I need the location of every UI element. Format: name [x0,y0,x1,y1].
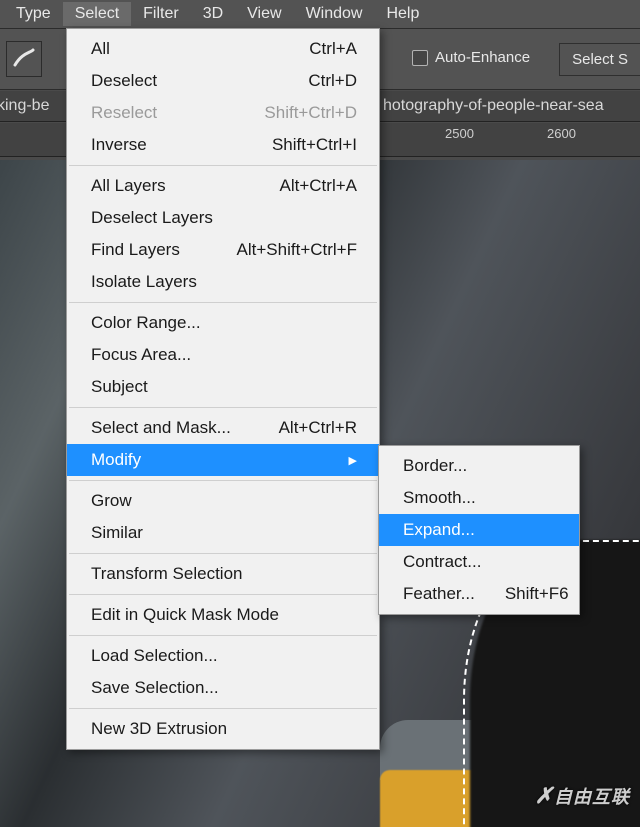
menu-item-shortcut: Alt+Shift+Ctrl+F [207,240,357,260]
menu-item-label: New 3D Extrusion [91,719,227,739]
document-tab-left[interactable]: king-be [0,92,54,120]
menu-item[interactable]: Contract... [379,546,579,578]
document-tab-right[interactable]: hotography-of-people-near-sea [378,92,609,120]
menu-item[interactable]: All Layers Alt+Ctrl+A [67,170,379,202]
menu-item-label: Modify [91,450,141,470]
menu-item[interactable]: Save Selection... [67,672,379,704]
menu-item-label: Find Layers [91,240,180,260]
menu-item[interactable]: Color Range... [67,307,379,339]
menu-item[interactable]: Modify ▶ [67,444,379,476]
menu-item[interactable]: Inverse Shift+Ctrl+I [67,129,379,161]
menu-item-label: All [91,39,110,59]
menu-item-label: Smooth... [403,488,476,508]
menu-item-label: Edit in Quick Mask Mode [91,605,279,625]
select-and-mask-button[interactable]: Select S [559,43,640,76]
menu-item-label: Focus Area... [91,345,191,365]
menu-item-label: Isolate Layers [91,272,197,292]
menu-item-label: All Layers [91,176,166,196]
tool-preset-icon[interactable] [6,41,42,77]
menu-item-label: Subject [91,377,148,397]
ruler-tick: 2500 [445,126,474,141]
menu-item-label: Feather... [403,584,475,604]
auto-enhance-option[interactable]: Auto-Enhance [412,49,530,66]
menu-item-label: Color Range... [91,313,201,333]
menu-item[interactable]: Focus Area... [67,339,379,371]
menu-item-shortcut: Ctrl+A [279,39,357,59]
watermark-text: 自由互联 [554,787,630,807]
menu-type[interactable]: Type [4,2,63,26]
menu-item-shortcut: Shift+Ctrl+I [242,135,357,155]
menu-item[interactable]: Smooth... [379,482,579,514]
menu-item[interactable]: Reselect Shift+Ctrl+D [67,97,379,129]
menu-item-label: Grow [91,491,132,511]
menu-item[interactable]: Expand... [379,514,579,546]
menu-item[interactable]: Feather...Shift+F6 [379,578,579,610]
menu-select[interactable]: Select [63,2,131,26]
menu-item[interactable]: Load Selection... [67,640,379,672]
submenu-arrow-icon: ▶ [349,454,357,467]
menu-item-label: Contract... [403,552,481,572]
select-menu-dropdown: All Ctrl+A Deselect Ctrl+D Reselect Shift+Ctr… [66,28,380,750]
menu-item-shortcut: Alt+Ctrl+A [250,176,357,196]
menubar: Type Select Filter 3D View Window Help [0,0,640,29]
menu-item[interactable]: Subject [67,371,379,403]
menu-item-label: Transform Selection [91,564,242,584]
menu-item[interactable]: New 3D Extrusion [67,713,379,745]
watermark-x-icon: ✗ [535,783,554,808]
menu-help[interactable]: Help [374,2,431,26]
menu-item-label: Inverse [91,135,147,155]
menu-item-label: Save Selection... [91,678,219,698]
menu-item-shortcut: Alt+Ctrl+R [249,418,357,438]
menu-item-label: Deselect Layers [91,208,213,228]
menu-item-label: Similar [91,523,143,543]
menu-item[interactable]: Border... [379,450,579,482]
checkbox-icon[interactable] [412,50,428,66]
menu-item-label: Reselect [91,103,157,123]
menu-item-label: Deselect [91,71,157,91]
menu-item[interactable]: Deselect Ctrl+D [67,65,379,97]
menu-item[interactable]: Grow [67,485,379,517]
auto-enhance-label: Auto-Enhance [435,49,530,66]
menu-item[interactable]: Transform Selection [67,558,379,590]
menu-item[interactable]: Find Layers Alt+Shift+Ctrl+F [67,234,379,266]
menu-filter[interactable]: Filter [131,2,191,26]
menu-item-shortcut: Shift+Ctrl+D [234,103,357,123]
menu-item[interactable]: Deselect Layers [67,202,379,234]
menu-3d[interactable]: 3D [191,2,235,26]
menu-item-label: Expand... [403,520,475,540]
watermark: ✗自由互联 [535,783,630,809]
menu-item-shortcut: Ctrl+D [278,71,357,91]
menu-view[interactable]: View [235,2,293,26]
menu-item-shortcut: Shift+F6 [475,584,569,604]
menu-item[interactable]: Select and Mask... Alt+Ctrl+R [67,412,379,444]
menu-item[interactable]: Similar [67,517,379,549]
menu-item-label: Load Selection... [91,646,218,666]
menu-item-label: Select and Mask... [91,418,231,438]
menu-item[interactable]: All Ctrl+A [67,33,379,65]
modify-submenu-dropdown: Border... Smooth... Expand... Contract... Fe… [378,445,580,615]
menu-item[interactable]: Edit in Quick Mask Mode [67,599,379,631]
menu-window[interactable]: Window [294,2,375,26]
ruler-tick: 2600 [547,126,576,141]
menu-item-label: Border... [403,456,467,476]
menu-item[interactable]: Isolate Layers [67,266,379,298]
